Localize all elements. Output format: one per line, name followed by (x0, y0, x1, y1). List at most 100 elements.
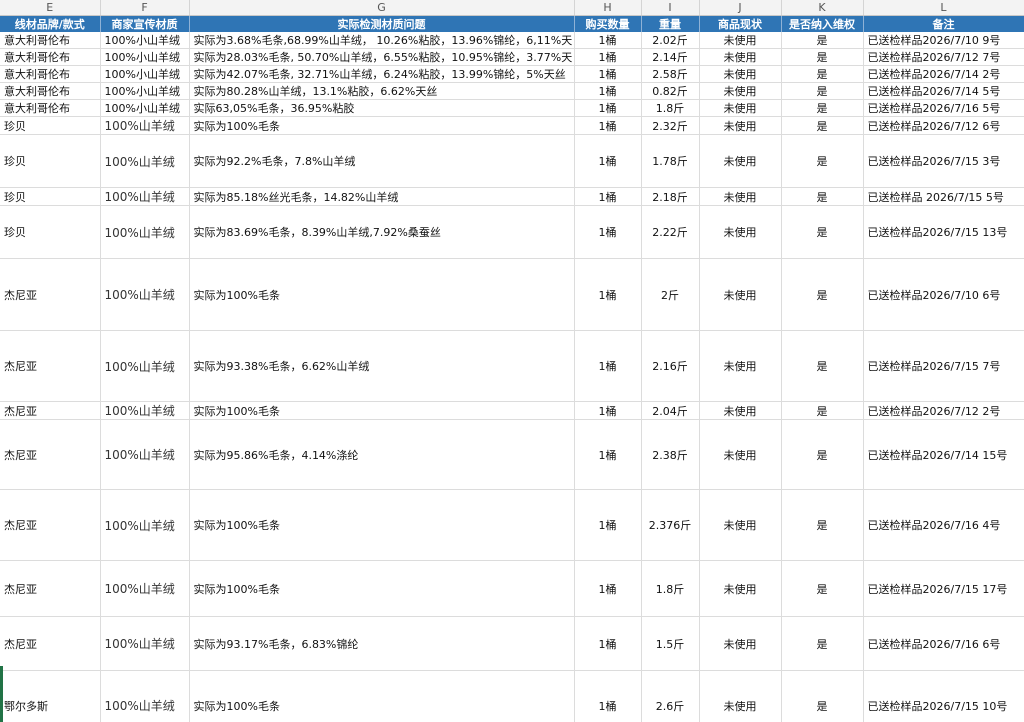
cell-included[interactable]: 是 (781, 489, 864, 561)
cell-actual[interactable]: 实际为100%毛条 (189, 489, 575, 561)
cell-included[interactable]: 是 (781, 419, 864, 490)
cell-note[interactable]: 已送检样品2026/7/12 7号 (863, 48, 1024, 66)
cell-brand[interactable]: 珍贝 (0, 134, 101, 188)
cell-included[interactable]: 是 (781, 65, 864, 83)
header-cell[interactable]: 实际检测材质问题 (189, 15, 575, 32)
cell-actual[interactable]: 实际为93.38%毛条，6.62%山羊绒 (189, 330, 575, 402)
cell-qty[interactable]: 1桶 (574, 187, 642, 206)
cell-brand[interactable]: 意大利哥伦布 (0, 99, 101, 117)
cell-qty[interactable]: 1桶 (574, 330, 642, 402)
column-letter[interactable]: F (100, 0, 190, 16)
cell-actual[interactable]: 实际为100%毛条 (189, 116, 575, 135)
cell-status[interactable]: 未使用 (699, 187, 782, 206)
column-letter[interactable]: J (699, 0, 782, 16)
cell-brand[interactable]: 杰尼亚 (0, 330, 101, 402)
cell-status[interactable]: 未使用 (699, 616, 782, 671)
cell-status[interactable]: 未使用 (699, 205, 782, 259)
cell-status[interactable]: 未使用 (699, 401, 782, 420)
cell-weight[interactable]: 2.58斤 (641, 65, 700, 83)
cell-brand[interactable]: 鄂尔多斯 (0, 670, 101, 722)
cell-brand[interactable]: 杰尼亚 (0, 489, 101, 561)
cell-claimed[interactable]: 100%山羊绒 (100, 330, 190, 402)
cell-actual[interactable]: 实际为83.69%毛条，8.39%山羊绒,7.92%桑蚕丝 (189, 205, 575, 259)
cell-qty[interactable]: 1桶 (574, 489, 642, 561)
cell-qty[interactable]: 1桶 (574, 560, 642, 617)
cell-note[interactable]: 已送检样品2026/7/12 6号 (863, 116, 1024, 135)
cell-qty[interactable]: 1桶 (574, 401, 642, 420)
cell-claimed[interactable]: 100%山羊绒 (100, 401, 190, 420)
cell-note[interactable]: 已送检样品2026/7/10 9号 (863, 31, 1024, 49)
cell-actual[interactable]: 实际为85.18%丝光毛条，14.82%山羊绒 (189, 187, 575, 206)
cell-actual[interactable]: 实际为3.68%毛条,68.99%山羊绒， 10.26%粘胶，13.96%锦纶，… (189, 31, 575, 49)
cell-weight[interactable]: 2.38斤 (641, 419, 700, 490)
cell-weight[interactable]: 2.04斤 (641, 401, 700, 420)
cell-note[interactable]: 已送检样品2026/7/15 17号 (863, 560, 1024, 617)
cell-weight[interactable]: 2.376斤 (641, 489, 700, 561)
cell-claimed[interactable]: 100%山羊绒 (100, 258, 190, 331)
column-letter[interactable]: H (574, 0, 642, 16)
cell-weight[interactable]: 2.14斤 (641, 48, 700, 66)
header-cell[interactable]: 重量 (641, 15, 700, 32)
cell-included[interactable]: 是 (781, 48, 864, 66)
cell-claimed[interactable]: 100%山羊绒 (100, 616, 190, 671)
cell-claimed[interactable]: 100%山羊绒 (100, 187, 190, 206)
cell-brand[interactable]: 珍贝 (0, 205, 101, 259)
cell-note[interactable]: 已送检样品2026/7/16 5号 (863, 99, 1024, 117)
cell-weight[interactable]: 2.16斤 (641, 330, 700, 402)
cell-qty[interactable]: 1桶 (574, 116, 642, 135)
cell-included[interactable]: 是 (781, 670, 864, 722)
cell-note[interactable]: 已送检样品2026/7/15 7号 (863, 330, 1024, 402)
cell-claimed[interactable]: 100%山羊绒 (100, 670, 190, 722)
cell-qty[interactable]: 1桶 (574, 419, 642, 490)
cell-weight[interactable]: 2.02斤 (641, 31, 700, 49)
cell-included[interactable]: 是 (781, 560, 864, 617)
cell-note[interactable]: 已送检样品2026/7/12 2号 (863, 401, 1024, 420)
cell-qty[interactable]: 1桶 (574, 205, 642, 259)
cell-included[interactable]: 是 (781, 82, 864, 100)
cell-actual[interactable]: 实际为28.03%毛条, 50.70%山羊绒，6.55%粘胶，10.95%锦纶，… (189, 48, 575, 66)
cell-status[interactable]: 未使用 (699, 134, 782, 188)
cell-status[interactable]: 未使用 (699, 258, 782, 331)
cell-brand[interactable]: 意大利哥伦布 (0, 31, 101, 49)
cell-brand[interactable]: 意大利哥伦布 (0, 48, 101, 66)
cell-status[interactable]: 未使用 (699, 489, 782, 561)
cell-note[interactable]: 已送检样品2026/7/16 6号 (863, 616, 1024, 671)
cell-note[interactable]: 已送检样品2026/7/15 10号 (863, 670, 1024, 722)
cell-included[interactable]: 是 (781, 616, 864, 671)
cell-weight[interactable]: 1.8斤 (641, 560, 700, 617)
cell-note[interactable]: 已送检样品2026/7/10 6号 (863, 258, 1024, 331)
cell-weight[interactable]: 2.6斤 (641, 670, 700, 722)
cell-note[interactable]: 已送检样品2026/7/15 3号 (863, 134, 1024, 188)
cell-included[interactable]: 是 (781, 401, 864, 420)
cell-claimed[interactable]: 100%山羊绒 (100, 419, 190, 490)
cell-actual[interactable]: 实际为92.2%毛条，7.8%山羊绒 (189, 134, 575, 188)
cell-qty[interactable]: 1桶 (574, 31, 642, 49)
cell-qty[interactable]: 1桶 (574, 82, 642, 100)
cell-weight[interactable]: 2斤 (641, 258, 700, 331)
cell-qty[interactable]: 1桶 (574, 48, 642, 66)
cell-actual[interactable]: 实际为100%毛条 (189, 258, 575, 331)
cell-included[interactable]: 是 (781, 116, 864, 135)
header-cell[interactable]: 商家宣传材质 (100, 15, 190, 32)
cell-weight[interactable]: 1.5斤 (641, 616, 700, 671)
cell-claimed[interactable]: 100%小山羊绒 (100, 82, 190, 100)
cell-note[interactable]: 已送检样品2026/7/14 2号 (863, 65, 1024, 83)
cell-included[interactable]: 是 (781, 31, 864, 49)
cell-claimed[interactable]: 100%小山羊绒 (100, 99, 190, 117)
cell-weight[interactable]: 1.8斤 (641, 99, 700, 117)
cell-claimed[interactable]: 100%山羊绒 (100, 560, 190, 617)
header-cell[interactable]: 线材品牌/款式 (0, 15, 101, 32)
cell-status[interactable]: 未使用 (699, 419, 782, 490)
cell-brand[interactable]: 杰尼亚 (0, 258, 101, 331)
cell-status[interactable]: 未使用 (699, 330, 782, 402)
cell-status[interactable]: 未使用 (699, 82, 782, 100)
cell-actual[interactable]: 实际为95.86%毛条，4.14%涤纶 (189, 419, 575, 490)
cell-included[interactable]: 是 (781, 99, 864, 117)
cell-included[interactable]: 是 (781, 187, 864, 206)
cell-brand[interactable]: 珍贝 (0, 116, 101, 135)
cell-actual[interactable]: 实际为100%毛条 (189, 560, 575, 617)
cell-claimed[interactable]: 100%小山羊绒 (100, 65, 190, 83)
cell-included[interactable]: 是 (781, 134, 864, 188)
cell-status[interactable]: 未使用 (699, 116, 782, 135)
cell-brand[interactable]: 杰尼亚 (0, 616, 101, 671)
